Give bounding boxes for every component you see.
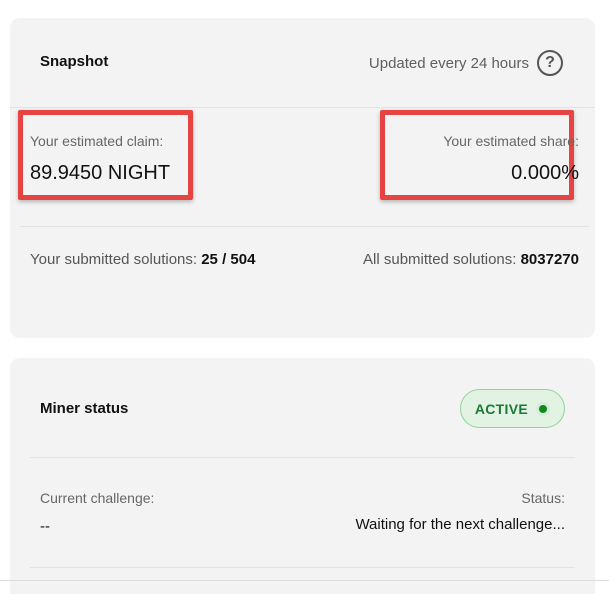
all-submitted-solutions: All submitted solutions: 8037270: [363, 251, 579, 268]
snapshot-header: Snapshot Updated every 24 hours ?: [10, 18, 595, 108]
status-value: Waiting for the next challenge...: [355, 516, 565, 533]
your-submitted-value: 25 / 504: [201, 251, 256, 268]
update-frequency-text: Updated every 24 hours: [368, 54, 529, 72]
help-circle-icon[interactable]: ?: [537, 50, 563, 76]
page: Snapshot Updated every 24 hours ? Your e…: [0, 0, 609, 594]
page-bottom-divider: [0, 580, 609, 581]
status-dot-icon: [536, 401, 550, 416]
update-frequency: Updated every 24 hours ?: [369, 50, 563, 76]
all-submitted-value: 8037270: [520, 251, 579, 268]
status-label: Status:: [521, 490, 565, 506]
miner-status-card: Miner status ACTIVE Current challenge: -…: [10, 358, 595, 594]
active-status-badge: ACTIVE: [459, 389, 565, 428]
estimated-share-highlight: [380, 110, 574, 200]
your-submitted-label: Your submitted solutions:: [30, 251, 198, 268]
estimated-claim-label: Your estimated claim:: [30, 133, 164, 149]
estimated-claim-value: 89.9450 NIGHT: [30, 162, 171, 184]
miner-divider: [30, 457, 575, 458]
current-challenge-value: --: [40, 518, 50, 535]
current-challenge-label: Current challenge:: [40, 490, 155, 506]
all-submitted-label: All submitted solutions:: [363, 251, 517, 268]
snapshot-title: Snapshot: [40, 53, 109, 70]
estimated-share-label: Your estimated share:: [443, 133, 579, 149]
your-submitted-solutions: Your submitted solutions: 25 / 504: [30, 251, 255, 268]
estimated-claim-highlight: [18, 110, 193, 200]
miner-divider-bottom: [30, 567, 575, 568]
estimated-share-value: 0.000%: [511, 162, 579, 184]
status-badge-label: ACTIVE: [474, 400, 528, 417]
snapshot-divider: [20, 226, 589, 227]
miner-status-title: Miner status: [40, 400, 129, 417]
